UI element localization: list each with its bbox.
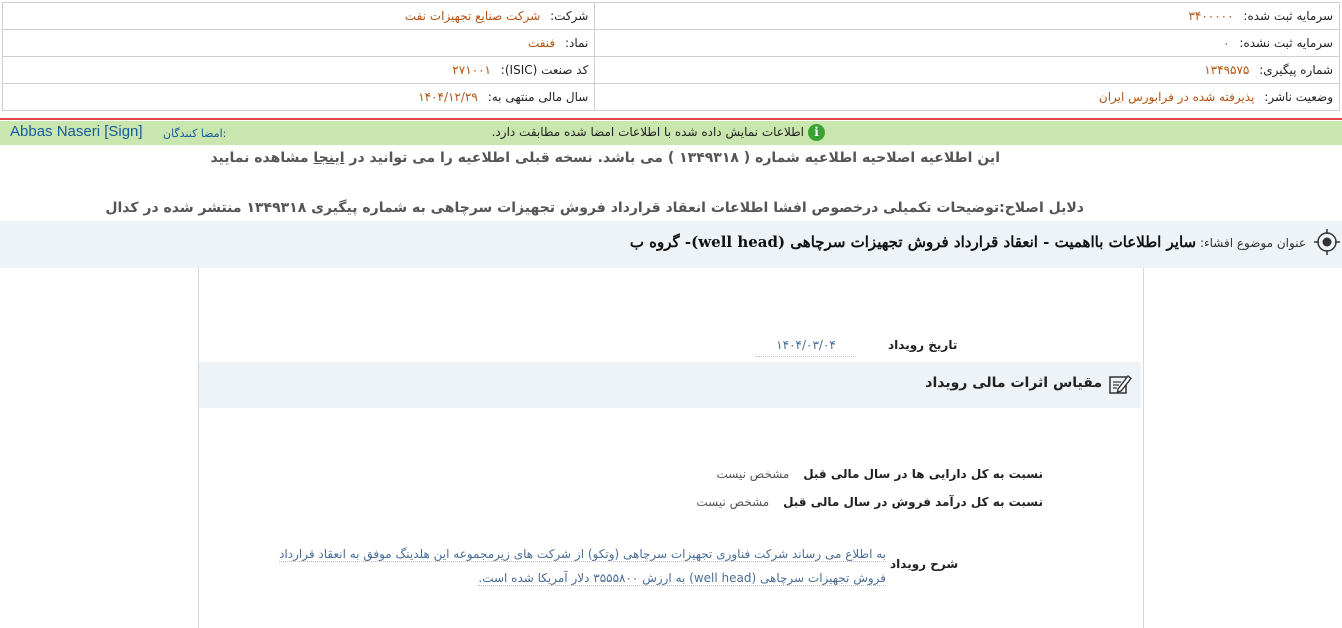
ratio-assets-row: نسبت به کل دارایی ها در سال مالی قبل مشخ… xyxy=(717,467,1043,481)
company-value: شرکت صنایع تجهیزات نفت xyxy=(404,9,541,23)
reg-capital-value: ۳۴۰۰۰۰۰ xyxy=(1188,9,1234,23)
event-date-label: تاریخ رویداد xyxy=(888,338,958,352)
subject-value: سایر اطلاعات بااهمیت - انعقاد قرارداد فر… xyxy=(629,233,1197,251)
amendment-notice: این اطلاعیه اصلاحیه اطلاعیه شماره ( ۱۳۴۹… xyxy=(210,150,1000,166)
company-cell: شرکت: شرکت صنایع تجهیزات نفت xyxy=(1,2,596,30)
table-row: شرکت: شرکت صنایع تجهیزات نفت سرمایه ثبت … xyxy=(1,2,1340,30)
financial-impact-title: مقیاس اثرات مالی رویداد xyxy=(925,375,1102,391)
event-description-text: به اطلاع می رساند شرکت فناوری تجهیزات سر… xyxy=(279,547,886,586)
target-icon xyxy=(1314,229,1340,255)
tracking-label: شماره پیگیری: xyxy=(1259,63,1333,77)
pencil-icon xyxy=(1109,374,1132,394)
tracking-cell: شماره پیگیری: ۱۳۴۹۵۷۵ xyxy=(594,56,1340,84)
ratio-sales-value: مشخص نیست xyxy=(696,495,770,509)
fiscal-value: ۱۴۰۴/۱۲/۲۹ xyxy=(418,90,478,104)
ratio-sales-label: نسبت به کل درآمد فروش در سال مالی قبل xyxy=(783,495,1043,509)
signature-info: i اطلاعات نمایش داده شده با اطلاعات امضا … xyxy=(492,124,825,142)
fiscal-label: سال مالی منتهی به: xyxy=(487,90,589,104)
ratio-assets-value: مشخص نیست xyxy=(716,467,790,481)
company-label: شرکت: xyxy=(550,9,589,23)
notice-text-before: این اطلاعیه اصلاحیه اطلاعیه شماره ( ۱۳۴۹… xyxy=(349,150,1000,166)
signature-info-text: اطلاعات نمایش داده شده با اطلاعات امضا ش… xyxy=(491,125,804,139)
previous-version-link[interactable]: اینجا xyxy=(313,150,344,166)
symbol-cell: نماد: فنفت xyxy=(1,29,596,57)
event-description-value: به اطلاع می رساند شرکت فناوری تجهیزات سر… xyxy=(274,542,886,590)
table-row: نماد: فنفت سرمایه ثبت نشده: ۰ xyxy=(1,29,1340,57)
event-date-value: ۱۴۰۴/۰۳/۰۴ xyxy=(756,334,856,357)
unreg-capital-label: سرمایه ثبت نشده: xyxy=(1239,36,1333,50)
notice-text-after: مشاهده نمایید xyxy=(210,150,309,166)
fiscal-cell: سال مالی منتهی به: ۱۴۰۴/۱۲/۲۹ xyxy=(1,83,596,111)
reg-capital-cell: سرمایه ثبت شده: ۳۴۰۰۰۰۰ xyxy=(594,2,1340,30)
publisher-label: وضعیت ناشر: xyxy=(1264,90,1333,104)
unreg-capital-value: ۰ xyxy=(1223,36,1230,50)
unreg-capital-cell: سرمایه ثبت نشده: ۰ xyxy=(594,29,1340,57)
publisher-cell: وضعیت ناشر: پذیرفته شده در فرابورس ایران xyxy=(594,83,1340,111)
ratio-assets-label: نسبت به کل دارایی ها در سال مالی قبل xyxy=(803,467,1043,481)
table-row: سال مالی منتهی به: ۱۴۰۴/۱۲/۲۹ وضعیت ناشر… xyxy=(1,83,1340,111)
signers-label: امضا کنندگان: xyxy=(163,127,227,140)
isic-label: کد صنعت (ISIC): xyxy=(500,63,589,77)
isic-cell: کد صنعت (ISIC): ۲۷۱۰۰۱ xyxy=(1,56,596,84)
symbol-label: نماد: xyxy=(565,36,589,50)
subject-title: عنوان موضوع افشاء: سایر اطلاعات بااهمیت … xyxy=(630,233,1306,251)
ratio-sales-row: نسبت به کل درآمد فروش در سال مالی قبل مش… xyxy=(696,495,1043,509)
reg-capital-label: سرمایه ثبت شده: xyxy=(1243,9,1333,23)
publisher-value: پذیرفته شده در فرابورس ایران xyxy=(1098,90,1255,104)
signer-name-link[interactable]: Abbas Naseri [Sign] xyxy=(10,123,143,140)
symbol-value: فنفت xyxy=(527,36,556,50)
table-row: کد صنعت (ISIC): ۲۷۱۰۰۱ شماره پیگیری: ۱۳۴… xyxy=(1,56,1340,84)
tracking-value: ۱۳۴۹۵۷۵ xyxy=(1204,63,1250,77)
subject-label: عنوان موضوع افشاء: xyxy=(1199,236,1306,250)
info-icon: i xyxy=(808,124,825,141)
divider-line xyxy=(0,118,1342,120)
company-info-table: شرکت: شرکت صنایع تجهیزات نفت سرمایه ثبت … xyxy=(1,2,1340,111)
correction-reasons: دلایل اصلاح:توضیحات تکمیلی درخصوص افشا ا… xyxy=(105,200,1084,216)
event-description-label: شرح رویداد xyxy=(890,557,959,571)
isic-value: ۲۷۱۰۰۱ xyxy=(452,63,491,77)
